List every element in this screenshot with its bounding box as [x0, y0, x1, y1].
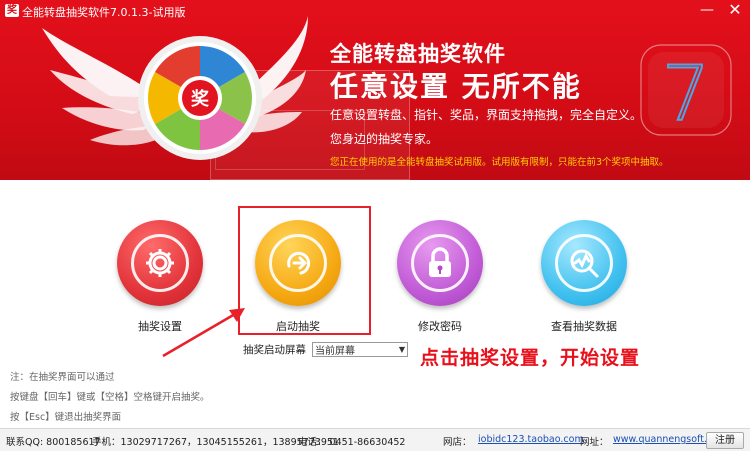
app-logo-icon: 奖 — [5, 4, 19, 17]
launch-screen-select[interactable]: 当前屏幕 ▼ — [312, 342, 408, 357]
launch-screen-value: 当前屏幕 — [315, 346, 355, 357]
shop-link[interactable]: iobidc123.taobao.com — [478, 434, 584, 445]
change-password-circle — [397, 220, 483, 306]
usage-notes: 注：在抽奖界面可以通过 按键盘【回车】键或【空格】空格键开启抽奖。 按【Esc】… — [10, 368, 210, 428]
instruction-callout: 点击抽奖设置，开始设置 — [420, 347, 641, 369]
contact-qq: 联系QQ: 800185617 — [6, 437, 101, 448]
start-lottery-label: 启动抽奖 — [276, 320, 320, 333]
usage-note-line: 按【Esc】键退出抽奖界面 — [10, 412, 122, 423]
contact-tel: 电话： 0451-86630452 — [298, 437, 406, 448]
chevron-down-icon: ▼ — [398, 345, 405, 354]
brand-description: 任意设置转盘、指针、奖品，界面支持拖拽，完全自定义。 — [330, 108, 643, 122]
view-lottery-data-circle — [541, 220, 627, 306]
main-panel: 抽奖设置 启动抽奖 修改密码 查看抽奖数据 抽奖启动屏幕 当前屏幕 ▼ 点击抽奖… — [0, 180, 750, 428]
website-label: 网址： — [580, 437, 609, 448]
gear-icon — [131, 234, 189, 292]
version-7-glyph: 7 — [662, 49, 710, 136]
data-search-icon — [555, 234, 613, 292]
minimize-button[interactable]: — — [696, 2, 718, 20]
launch-screen-label: 抽奖启动屏幕 — [243, 344, 306, 356]
change-password-button[interactable]: 修改密码 — [390, 220, 490, 334]
brand-tagline: 您身边的抽奖专家。 — [330, 132, 439, 146]
lock-icon — [411, 234, 469, 292]
view-lottery-data-button[interactable]: 查看抽奖数据 — [534, 220, 634, 334]
winged-wheel-illustration: 奖 — [42, 16, 308, 160]
usage-note-line: 注：在抽奖界面可以通过 — [10, 372, 115, 383]
version-7-icon: 7 — [640, 44, 732, 136]
wheel-badge: 奖 — [191, 88, 210, 110]
website-link[interactable]: www.quannengsoft.cn — [613, 434, 718, 445]
register-button[interactable]: 注册 — [706, 432, 744, 449]
trial-notice: 您正在使用的是全能转盘抽奖试用版。试用版有限制，只能在前3个奖项中抽取。 — [330, 157, 669, 168]
brand-title: 全能转盘抽奖软件 — [330, 42, 506, 66]
header-banner: 奖 全能转盘抽奖软件7.0.1.3-试用版 — ✕ 奖 全能转盘抽奖软件 任意设… — [0, 0, 750, 180]
status-footer: 联系QQ: 800185617 手机：13029717267，130451552… — [0, 428, 750, 451]
change-password-label: 修改密码 — [418, 320, 462, 333]
view-lottery-data-label: 查看抽奖数据 — [551, 320, 617, 333]
start-arrow-icon — [269, 234, 327, 292]
start-lottery-button[interactable]: 启动抽奖 — [248, 220, 348, 334]
lottery-settings-circle — [117, 220, 203, 306]
launch-screen-row: 抽奖启动屏幕 当前屏幕 ▼ — [243, 342, 408, 357]
usage-note-line: 按键盘【回车】键或【空格】空格键开启抽奖。 — [10, 392, 210, 403]
brand-slogan: 任意设置 无所不能 — [330, 70, 582, 103]
close-button[interactable]: ✕ — [724, 2, 746, 20]
shop-label: 网店： — [443, 437, 472, 448]
annotation-arrow-icon — [162, 308, 245, 358]
start-lottery-circle — [255, 220, 341, 306]
